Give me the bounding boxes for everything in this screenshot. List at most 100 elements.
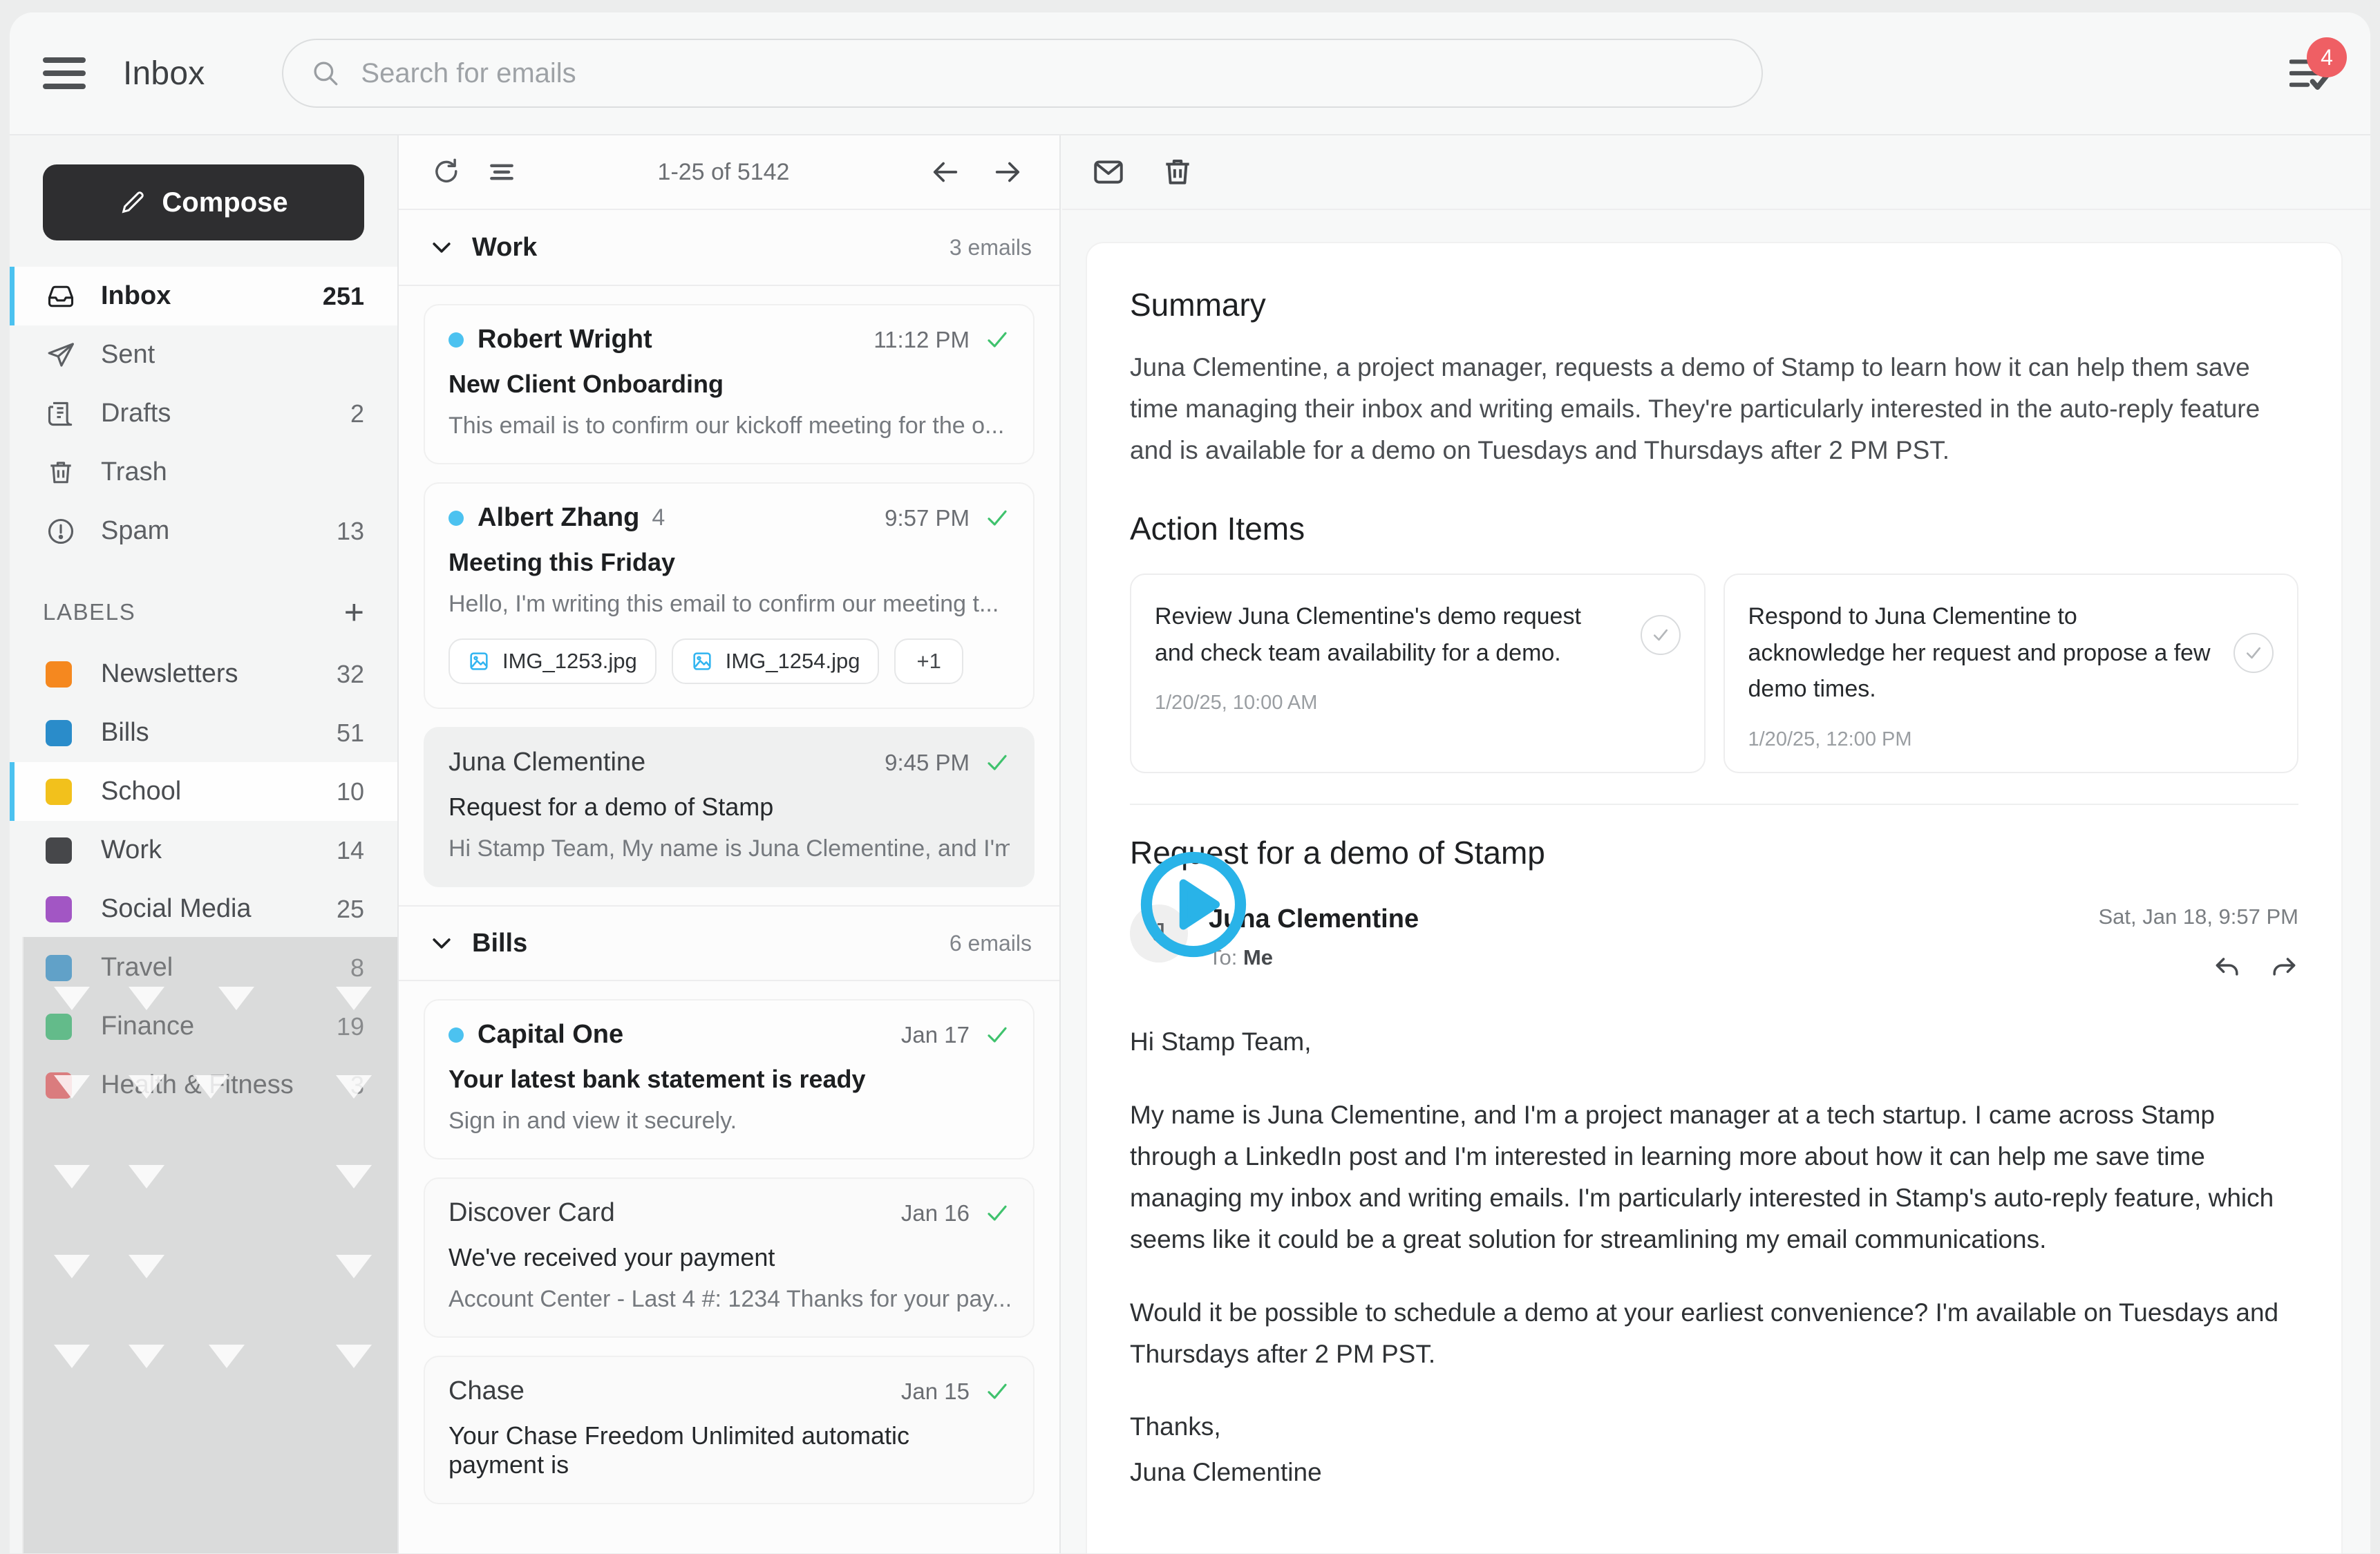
action-item-date: 1/20/25, 10:00 AM xyxy=(1155,692,1318,714)
unread-dot xyxy=(448,332,464,348)
sidebar-label-school[interactable]: School 10 xyxy=(10,762,397,821)
sidebar-item-drafts[interactable]: Drafts 2 xyxy=(10,384,397,443)
sidebar-item-label: Sent xyxy=(101,340,155,369)
email-time: 9:45 PM xyxy=(885,749,970,775)
done-check-icon[interactable] xyxy=(985,1023,1010,1048)
done-check-icon[interactable] xyxy=(985,1201,1010,1226)
forward-icon[interactable] xyxy=(2268,951,2298,985)
mail-icon[interactable] xyxy=(1090,153,1127,191)
email-time: Jan 15 xyxy=(900,1378,970,1404)
action-item-complete-icon[interactable] xyxy=(2233,632,2274,673)
email-list-item-selected[interactable]: Juna Clementine 9:45 PM Request for a de… xyxy=(424,727,1035,887)
sidebar-label-work[interactable]: Work 14 xyxy=(10,821,397,880)
alert-icon xyxy=(46,516,77,547)
email-list-item[interactable]: Robert Wright 11:12 PM New Client Onboar… xyxy=(424,304,1035,464)
email-group-header-work[interactable]: Work 3 emails xyxy=(399,210,1059,286)
done-check-icon[interactable] xyxy=(985,1379,1010,1404)
app-window: Inbox 4 xyxy=(10,12,2370,1553)
folder-nav: Inbox 251 Sent Drafts 2 Trash Spam 13 xyxy=(10,267,397,560)
sidebar: Compose Inbox 251 Sent Drafts 2 Trash Sp… xyxy=(10,135,399,1553)
email-list-item[interactable]: Albert Zhang 4 9:57 PM Meeting this Frid… xyxy=(424,482,1035,709)
sidebar-item-spam[interactable]: Spam 13 xyxy=(10,502,397,560)
mail-body-paragraph: Thanks, xyxy=(1130,1412,1221,1441)
mail-body-paragraph: Juna Clementine xyxy=(1130,1458,1322,1487)
sidebar-item-label: Drafts xyxy=(101,399,171,428)
done-check-icon[interactable] xyxy=(985,750,1010,775)
sidebar-item-sent[interactable]: Sent xyxy=(10,325,397,384)
pencil-icon xyxy=(122,191,144,214)
action-item-card[interactable]: Review Juna Clementine's demo request an… xyxy=(1130,573,1706,773)
filter-icon[interactable] xyxy=(483,153,520,191)
label-count: 3 xyxy=(350,1070,364,1099)
sidebar-item-label: Trash xyxy=(101,457,167,486)
sidebar-label-finance[interactable]: Finance 19 xyxy=(10,997,397,1056)
label-color-swatch xyxy=(46,661,72,688)
sidebar-item-trash[interactable]: Trash xyxy=(10,443,397,502)
label-list: Newsletters 32 Bills 51 School 10 Work 1… xyxy=(10,645,397,1115)
done-check-icon[interactable] xyxy=(985,506,1010,531)
image-file-icon xyxy=(693,652,711,670)
email-list-toolbar: 1-25 of 5142 xyxy=(399,135,1059,210)
label-name: Travel xyxy=(101,953,173,982)
hamburger-icon[interactable] xyxy=(43,57,86,89)
email-time: Jan 16 xyxy=(900,1200,970,1226)
reading-card: Summary Juna Clementine, a project manag… xyxy=(1086,242,2343,1553)
email-sender: Robert Wright xyxy=(478,325,652,354)
reply-icon[interactable] xyxy=(2213,951,2243,985)
attachment-name: IMG_1253.jpg xyxy=(502,649,637,673)
sidebar-item-inbox[interactable]: Inbox 251 xyxy=(10,267,397,325)
sidebar-item-count: 13 xyxy=(336,516,364,545)
sidebar-label-health-fitness[interactable]: Health & Fitness 3 xyxy=(10,1056,397,1115)
refresh-icon[interactable] xyxy=(428,153,465,191)
action-item-card[interactable]: Respond to Juna Clementine to acknowledg… xyxy=(1723,573,2298,773)
search-bar[interactable] xyxy=(282,39,1764,108)
arrow-right-icon[interactable] xyxy=(989,153,1026,191)
email-list-scroll[interactable]: Work 3 emails Robert Wright 11:12 PM New… xyxy=(399,210,1059,1553)
delete-icon[interactable] xyxy=(1159,153,1196,191)
email-sender: Juna Clementine xyxy=(448,748,646,777)
email-time: 11:12 PM xyxy=(873,326,970,352)
done-check-icon[interactable] xyxy=(985,328,1010,352)
email-sender: Albert Zhang xyxy=(478,503,640,532)
chevron-down-icon xyxy=(428,929,458,957)
unread-dot xyxy=(448,510,464,526)
email-sender: Capital One xyxy=(478,1020,624,1049)
send-icon xyxy=(46,340,77,370)
arrow-left-icon[interactable] xyxy=(927,153,964,191)
mail-body-paragraph: Hi Stamp Team, xyxy=(1130,1027,1312,1056)
action-items-title: Action Items xyxy=(1130,510,1305,547)
email-sender: Chase xyxy=(448,1376,525,1405)
email-sender: Discover Card xyxy=(448,1198,615,1227)
email-subject: We've received your payment xyxy=(448,1243,775,1271)
email-subject: Your Chase Freedom Unlimited automatic p… xyxy=(448,1421,909,1479)
search-input[interactable] xyxy=(361,57,1735,89)
email-list-item[interactable]: Discover Card Jan 16 We've received your… xyxy=(424,1177,1035,1338)
reading-pane: Summary Juna Clementine, a project manag… xyxy=(1061,135,2370,1553)
label-count: 19 xyxy=(336,1012,364,1041)
mail-sender-row: J Juna Clementine To: Me Sat, Jan 18, 9:… xyxy=(1130,904,2298,985)
attachment-more-button[interactable]: +1 xyxy=(894,638,963,684)
sidebar-label-travel[interactable]: Travel 8 xyxy=(10,938,397,997)
sidebar-item-count: 251 xyxy=(322,281,364,310)
email-list-item[interactable]: Capital One Jan 17 Your latest bank stat… xyxy=(424,999,1035,1159)
sidebar-label-social-media[interactable]: Social Media 25 xyxy=(10,880,397,938)
sidebar-label-bills[interactable]: Bills 51 xyxy=(10,703,397,762)
summary-text: Juna Clementine, a project manager, requ… xyxy=(1130,353,2260,464)
compose-button[interactable]: Compose xyxy=(43,164,364,240)
action-item-text: Respond to Juna Clementine to acknowledg… xyxy=(1748,603,2211,703)
attachment-chip[interactable]: IMG_1253.jpg xyxy=(448,638,657,684)
image-file-icon xyxy=(470,652,488,670)
email-time: 9:57 PM xyxy=(885,504,970,531)
attachment-chip[interactable]: IMG_1254.jpg xyxy=(671,638,880,684)
label-color-swatch xyxy=(46,954,72,981)
sidebar-label-newsletters[interactable]: Newsletters 32 xyxy=(10,645,397,703)
page-title: Inbox xyxy=(123,55,205,92)
action-item-complete-icon[interactable] xyxy=(1640,614,1681,655)
group-name: Work xyxy=(472,232,538,262)
email-list-item[interactable]: Chase Jan 15 Your Chase Freedom Unlimite… xyxy=(424,1356,1035,1504)
plus-icon[interactable]: + xyxy=(344,595,364,629)
email-subject: New Client Onboarding xyxy=(448,370,724,398)
label-count: 8 xyxy=(350,953,364,982)
email-group-header-bills[interactable]: Bills 6 emails xyxy=(399,905,1059,981)
tasks-button[interactable]: 4 xyxy=(2283,37,2347,101)
